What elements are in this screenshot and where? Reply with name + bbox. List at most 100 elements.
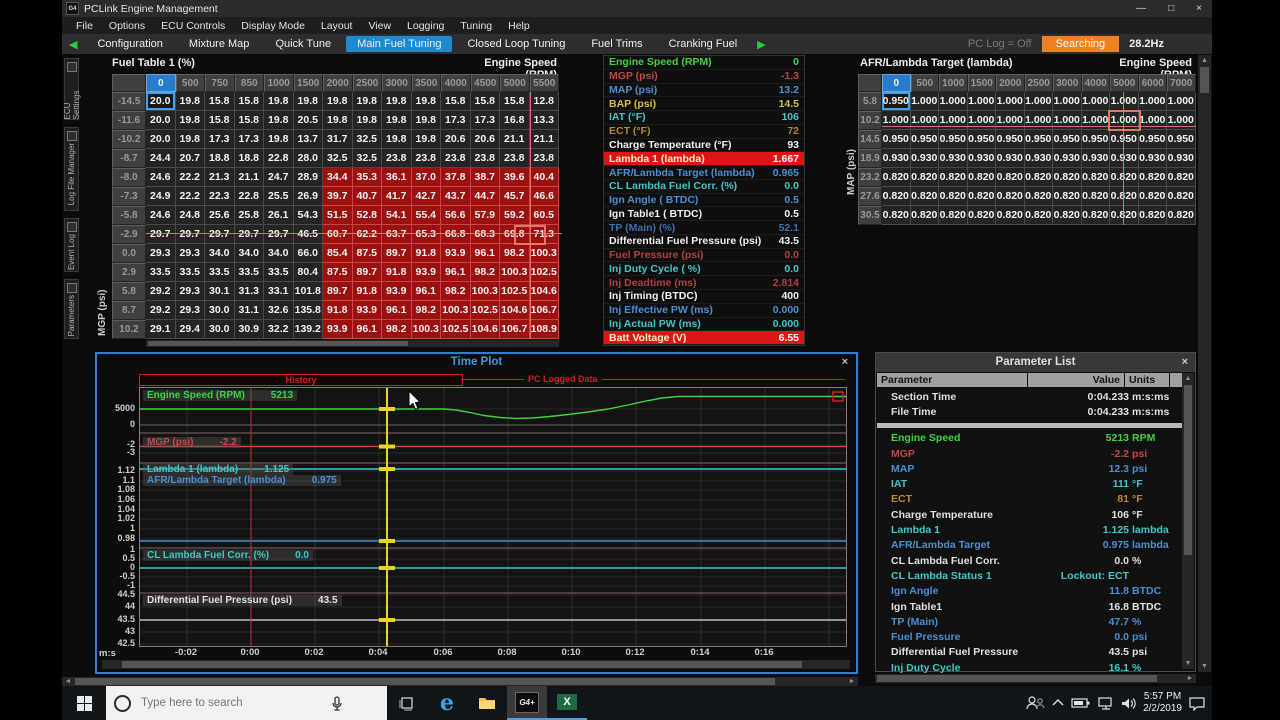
fuel-cell[interactable]: 23.8: [471, 149, 501, 168]
afr-cell[interactable]: 0.820: [939, 187, 968, 206]
runtime-row-batt-voltage-v[interactable]: Batt Voltage (V)6.55: [604, 331, 804, 345]
fuel-row-header[interactable]: -2.9: [112, 225, 146, 244]
fuel-cell[interactable]: 91.8: [323, 301, 353, 320]
fuel-cell[interactable]: 19.8: [412, 92, 442, 111]
fuel-cell[interactable]: 22.2: [176, 168, 206, 187]
afr-cell[interactable]: 0.950: [882, 130, 911, 149]
fuel-cell[interactable]: 51.5: [323, 206, 353, 225]
fuel-cell[interactable]: 22.3: [205, 187, 235, 206]
fuel-cell[interactable]: 12.8: [530, 92, 560, 111]
fuel-cell[interactable]: 15.8: [441, 92, 471, 111]
fuel-cell[interactable]: 102.5: [441, 320, 471, 339]
fuel-cell[interactable]: 34.0: [264, 244, 294, 263]
fuel-col-header[interactable]: 4500: [471, 74, 501, 92]
taskbar-search[interactable]: [106, 686, 387, 720]
app-hscrollbar[interactable]: ◄ ►: [62, 677, 858, 686]
afr-cell[interactable]: 0.930: [882, 149, 911, 168]
afr-col-header[interactable]: 6000: [1139, 74, 1168, 92]
fuel-cell[interactable]: 29.2: [146, 282, 176, 301]
fuel-cell[interactable]: 15.8: [235, 111, 265, 130]
fuel-cell[interactable]: 29.3: [176, 282, 206, 301]
fuel-cell[interactable]: 60.5: [530, 206, 560, 225]
afr-cell[interactable]: 0.820: [911, 187, 940, 206]
runtime-row-iat-f[interactable]: IAT (°F)106: [604, 111, 804, 125]
fuel-cell[interactable]: 44.7: [471, 187, 501, 206]
fuel-cell[interactable]: 40.7: [353, 187, 383, 206]
fuel-cell[interactable]: 93.9: [441, 244, 471, 263]
runtime-row-tp-main[interactable]: TP (Main) (%)52.1: [604, 221, 804, 235]
afr-col-header[interactable]: 7000: [1167, 74, 1196, 92]
action-center-icon[interactable]: [1188, 696, 1206, 711]
param-row-map[interactable]: MAP12.3psi: [877, 461, 1182, 476]
fuel-row-header[interactable]: -8.0: [112, 168, 146, 187]
fuel-cell[interactable]: 93.9: [412, 263, 442, 282]
fuel-row-header[interactable]: -14.5: [112, 92, 146, 111]
afr-cell[interactable]: 0.820: [1082, 168, 1111, 187]
time-plot-close-icon[interactable]: ×: [842, 356, 848, 368]
fuel-row-header[interactable]: 5.8: [112, 282, 146, 301]
afr-cell[interactable]: 0.820: [911, 168, 940, 187]
fuel-cell[interactable]: 29.7: [176, 225, 206, 244]
fuel-cell[interactable]: 32.2: [264, 320, 294, 339]
afr-cell[interactable]: 0.950: [996, 130, 1025, 149]
fuel-cell[interactable]: 55.4: [412, 206, 442, 225]
afr-row-header[interactable]: 14.5: [858, 130, 882, 149]
param-row-afr-lambda-target[interactable]: AFR/Lambda Target0.975lambda: [877, 538, 1182, 553]
fuel-cell[interactable]: 28.0: [294, 149, 324, 168]
menu-item-layout[interactable]: Layout: [313, 20, 361, 32]
fuel-cell[interactable]: 33.5: [264, 263, 294, 282]
fuel-cell[interactable]: 19.8: [412, 111, 442, 130]
param-hscrollbar[interactable]: ►: [875, 674, 1196, 683]
menu-item-file[interactable]: File: [68, 20, 101, 32]
afr-cell[interactable]: 0.930: [996, 149, 1025, 168]
afr-cell[interactable]: 0.820: [1053, 168, 1082, 187]
fuel-cell[interactable]: 93.9: [323, 320, 353, 339]
people-icon[interactable]: [1025, 695, 1045, 711]
fuel-cell[interactable]: 31.1: [235, 301, 265, 320]
fuel-cell[interactable]: 24.6: [146, 206, 176, 225]
param-vscrollbar[interactable]: ▲ ▼: [1182, 373, 1194, 669]
runtime-row-lambda-1-lambda[interactable]: Lambda 1 (lambda)1.667: [604, 152, 804, 166]
fuel-cell[interactable]: 19.8: [294, 92, 324, 111]
fuel-col-header[interactable]: 1500: [294, 74, 324, 92]
runtime-row-inj-timing-btdc[interactable]: Inj Timing (BTDC)400: [604, 290, 804, 304]
fuel-cell[interactable]: 91.8: [382, 263, 412, 282]
afr-cell[interactable]: 0.820: [882, 187, 911, 206]
tab-cranking-fuel[interactable]: Cranking Fuel: [658, 36, 748, 52]
fuel-cell[interactable]: 139.2: [294, 320, 324, 339]
fuel-cell[interactable]: 32.5: [353, 149, 383, 168]
afr-cell[interactable]: 0.950: [1025, 130, 1054, 149]
fuel-cell[interactable]: 20.5: [294, 111, 324, 130]
fuel-cell[interactable]: 104.6: [530, 282, 560, 301]
fuel-cell[interactable]: 106.7: [500, 320, 530, 339]
fuel-cell[interactable]: 100.3: [441, 301, 471, 320]
param-row-cl-lambda-fuel-corr[interactable]: CL Lambda Fuel Corr.0.0%: [877, 553, 1182, 568]
file-explorer-icon[interactable]: [467, 686, 507, 720]
fuel-col-header[interactable]: 5500: [530, 74, 560, 92]
trace-label-lambda-1-lambda[interactable]: Lambda 1 (lambda)1.125: [143, 464, 293, 475]
fuel-cell[interactable]: 20.0: [146, 92, 176, 111]
menu-item-help[interactable]: Help: [500, 20, 538, 32]
fuel-cell[interactable]: 66.0: [294, 244, 324, 263]
afr-cell[interactable]: 0.820: [1167, 168, 1196, 187]
fuel-cell[interactable]: 18.8: [235, 149, 265, 168]
start-button[interactable]: [62, 686, 106, 720]
afr-cell[interactable]: 0.820: [911, 206, 940, 225]
fuel-row-header[interactable]: 0.0: [112, 244, 146, 263]
fuel-cell[interactable]: 98.2: [441, 282, 471, 301]
fuel-cell[interactable]: 19.8: [323, 92, 353, 111]
fuel-cell[interactable]: 85.4: [323, 244, 353, 263]
fuel-cell[interactable]: 29.7: [146, 225, 176, 244]
tab-main-fuel-tuning[interactable]: Main Fuel Tuning: [346, 36, 452, 52]
fuel-col-header[interactable]: 500: [176, 74, 206, 92]
minimize-button[interactable]: —: [1136, 3, 1146, 14]
fuel-cell[interactable]: 26.1: [264, 206, 294, 225]
afr-col-header[interactable]: 1500: [968, 74, 997, 92]
history-label[interactable]: History: [139, 374, 463, 386]
afr-cell[interactable]: 0.820: [996, 206, 1025, 225]
fuel-cell[interactable]: 89.7: [382, 244, 412, 263]
afr-cell[interactable]: 1.000: [1139, 111, 1168, 130]
trace-label-engine-speed-rpm[interactable]: Engine Speed (RPM)5213: [143, 390, 297, 401]
fuel-cell[interactable]: 19.8: [353, 92, 383, 111]
fuel-cell[interactable]: 30.1: [205, 282, 235, 301]
